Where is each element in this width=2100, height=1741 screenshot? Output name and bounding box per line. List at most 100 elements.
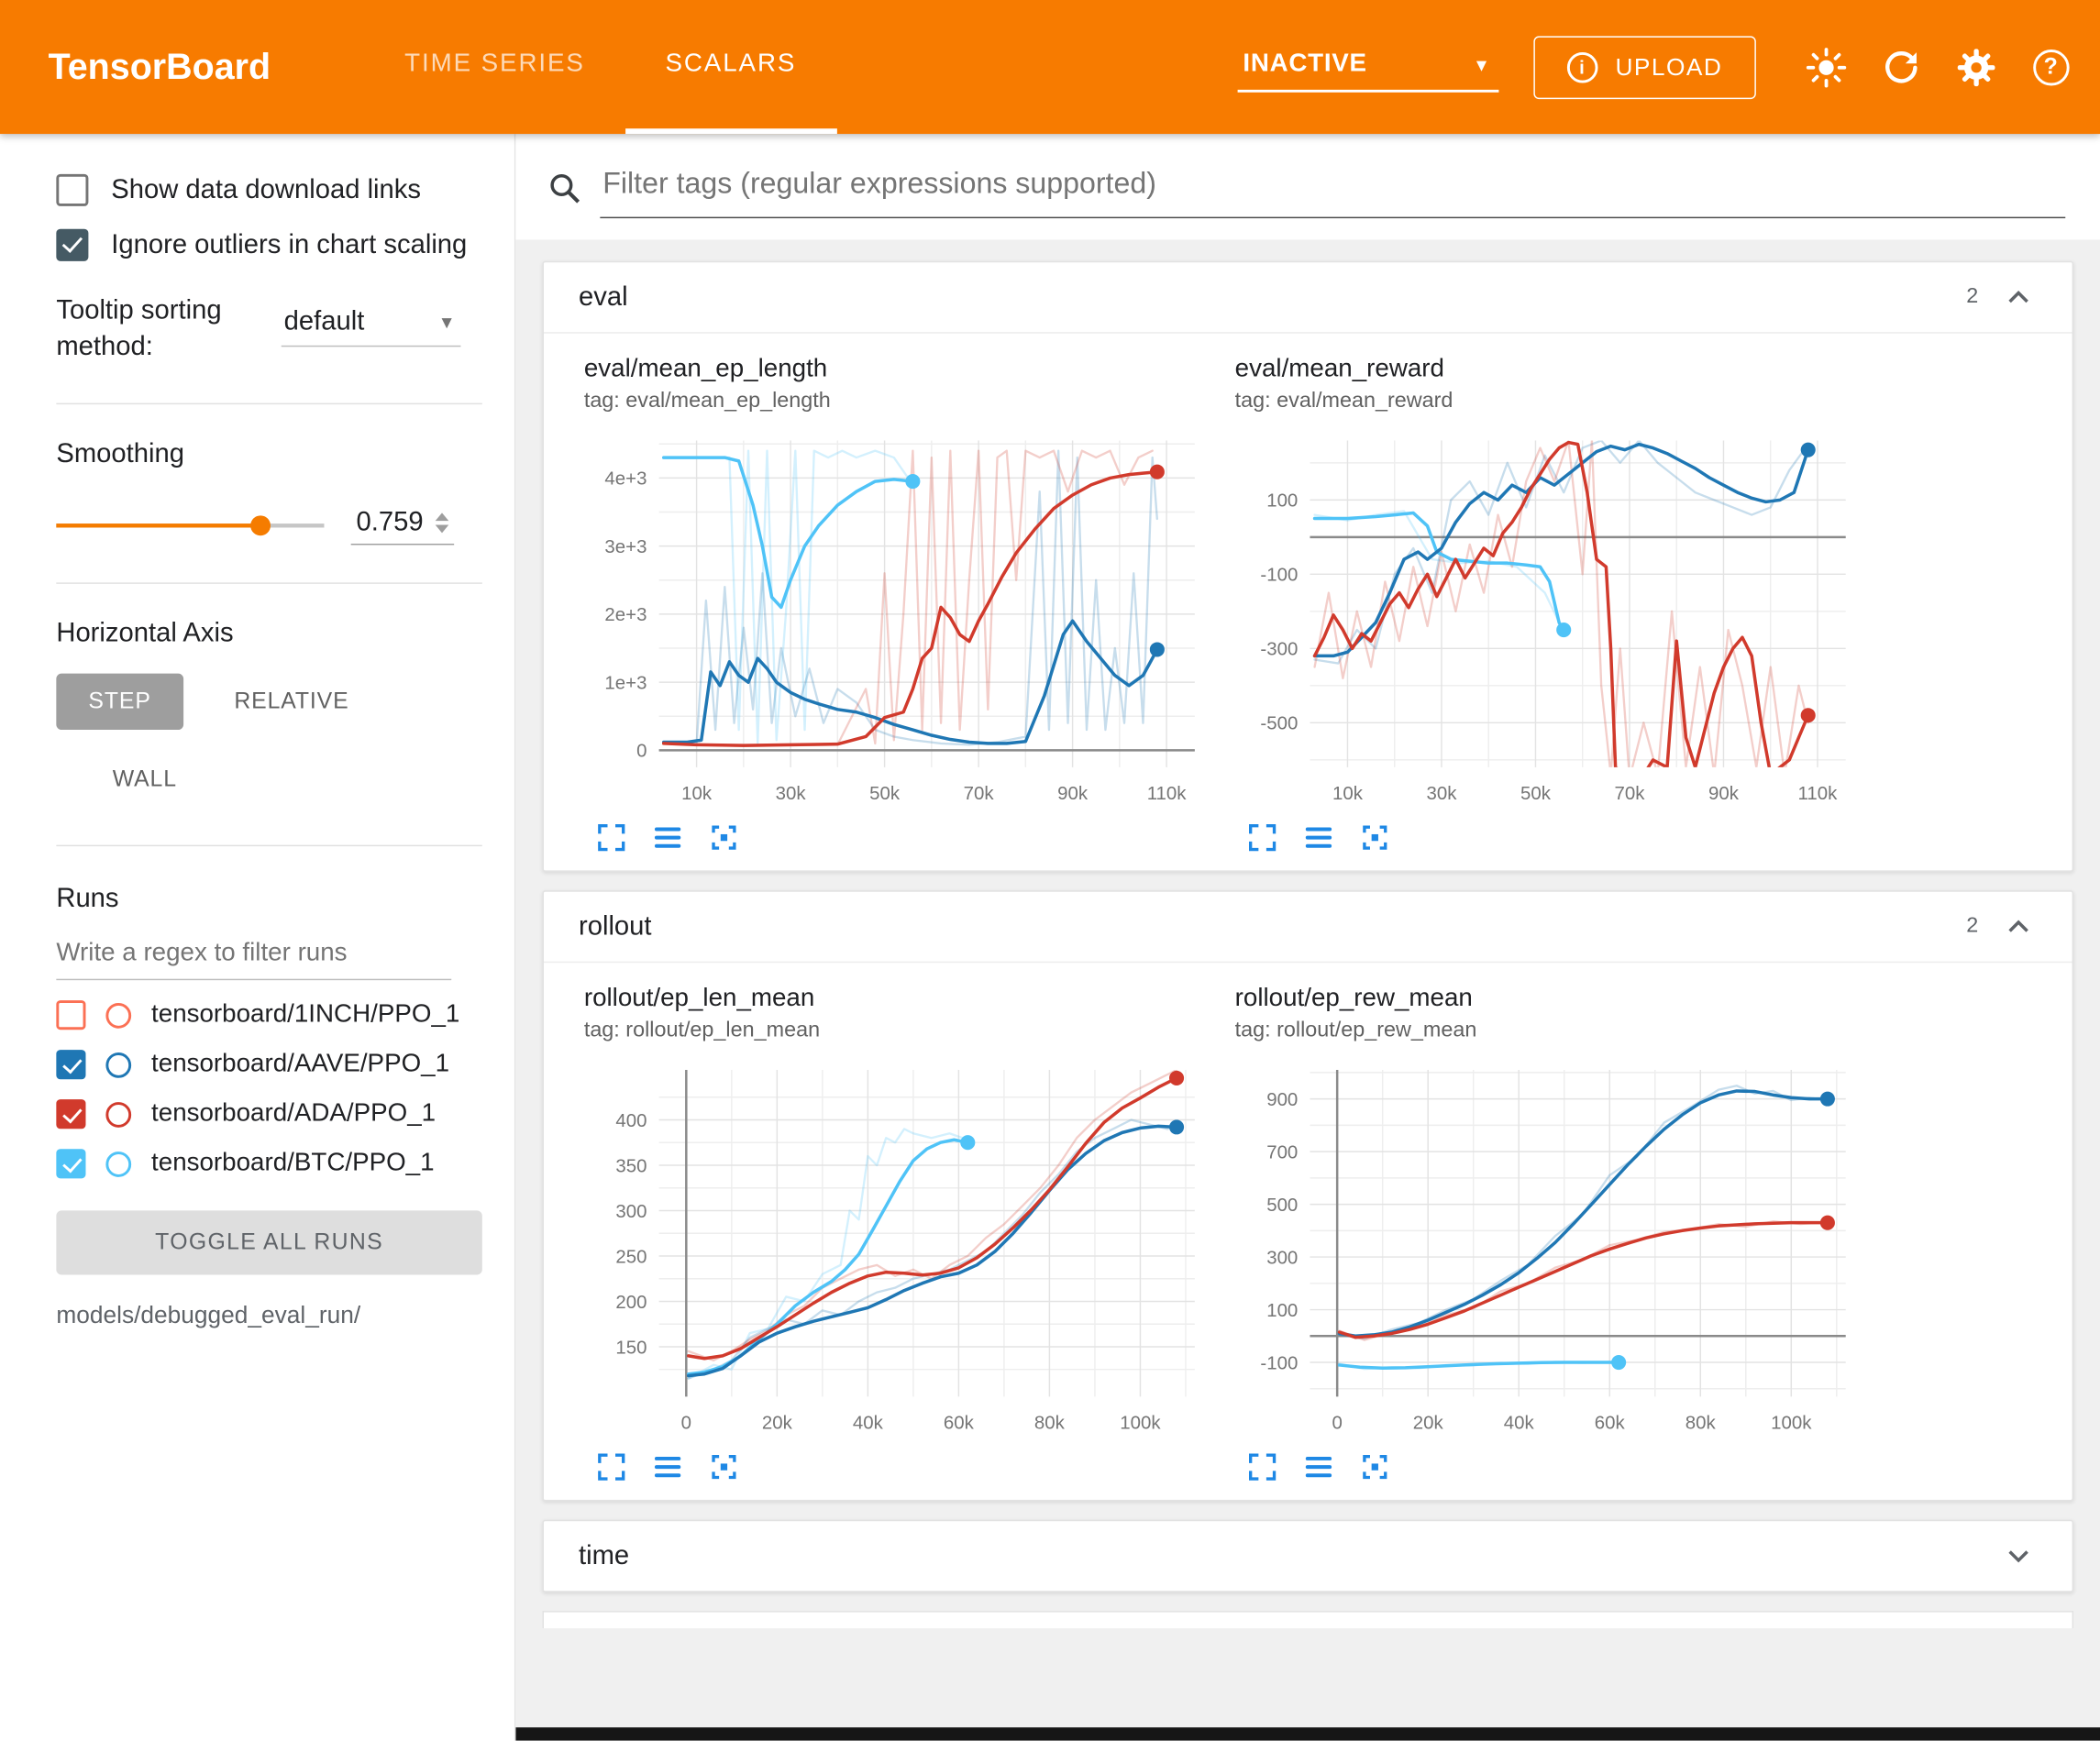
collapse-section-button[interactable] [2000, 908, 2038, 945]
refresh-button[interactable] [1878, 44, 1924, 90]
svg-text:40k: 40k [853, 1412, 884, 1433]
fit-domain-button[interactable] [1358, 821, 1392, 854]
divider [56, 403, 481, 404]
runs-label: Runs [56, 884, 490, 915]
help-icon: ? [2032, 49, 2068, 84]
toggle-all-runs-button[interactable]: TOGGLE ALL RUNS [56, 1210, 481, 1274]
data-table-button[interactable] [1302, 821, 1336, 854]
run-label: tensorboard/ADA/PPO_1 [151, 1099, 436, 1129]
svg-text:900: 900 [1266, 1089, 1298, 1110]
svg-text:30k: 30k [776, 783, 807, 804]
sun-icon [1805, 46, 1846, 87]
svg-text:500: 500 [1266, 1195, 1298, 1216]
section-header-time[interactable]: time [544, 1521, 2072, 1591]
main-content: eval 2 eval/mean_ep_length tag: eval/mea… [515, 134, 2100, 1741]
status-dropdown[interactable]: INACTIVE ▼ [1238, 41, 1499, 93]
run-row-1inch[interactable]: tensorboard/1INCH/PPO_1 [56, 1000, 490, 1030]
show-download-links-checkbox-row[interactable]: Show data download links [56, 174, 490, 206]
expand-chart-button[interactable] [1245, 821, 1279, 854]
svg-text:100k: 100k [1120, 1412, 1161, 1433]
horizontal-scrollbar[interactable] [515, 1727, 2100, 1741]
slider-fill [56, 523, 260, 527]
slider-thumb[interactable] [250, 515, 271, 535]
section-card-time: time [543, 1520, 2073, 1592]
smoothing-value-input[interactable]: 0.759 [351, 505, 455, 545]
section-card-eval: eval 2 eval/mean_ep_length tag: eval/mea… [543, 261, 2073, 872]
expand-chart-button[interactable] [1245, 1450, 1279, 1484]
search-icon [547, 171, 582, 205]
chart-plot[interactable]: 10k30k50k70k90k110k100-100-300-500 [1235, 424, 1864, 815]
checkbox[interactable] [56, 229, 88, 261]
expand-chart-button[interactable] [595, 1450, 629, 1484]
tab-scalars[interactable]: SCALARS [625, 0, 837, 134]
horizontal-axis-buttons: STEP RELATIVE WALL [56, 674, 471, 808]
chart-title: rollout/ep_rew_mean [1235, 985, 1864, 1014]
step-down-icon[interactable] [436, 525, 449, 534]
collapse-section-button[interactable] [2000, 279, 2038, 316]
svg-text:0: 0 [1332, 1412, 1342, 1433]
svg-text:50k: 50k [869, 783, 901, 804]
chart-tag: tag: rollout/ep_rew_mean [1235, 1019, 1864, 1043]
chart-actions [584, 1450, 1213, 1484]
chevron-down-icon [2001, 1538, 2036, 1573]
section-count: 2 [1966, 915, 1978, 939]
chart-title: rollout/ep_len_mean [584, 985, 1213, 1014]
run-row-aave[interactable]: tensorboard/AAVE/PPO_1 [56, 1050, 490, 1079]
tab-time-series[interactable]: TIME SERIES [364, 0, 624, 134]
section-card-rollout: rollout 2 rollout/ep_len_mean tag: rollo… [543, 890, 2073, 1501]
axis-wall-button[interactable]: WALL [81, 751, 209, 807]
section-header-rollout[interactable]: rollout 2 [544, 892, 2072, 963]
runs-filter-input[interactable] [56, 928, 451, 980]
help-button[interactable]: ? [2028, 44, 2073, 90]
expand-section-button[interactable] [2000, 1537, 2038, 1575]
run-checkbox[interactable] [56, 1000, 85, 1030]
fit-domain-button[interactable] [707, 821, 741, 854]
run-color-circle [105, 1002, 131, 1028]
divider [56, 845, 481, 846]
run-row-btc[interactable]: tensorboard/BTC/PPO_1 [56, 1149, 490, 1178]
svg-text:110k: 110k [1147, 783, 1188, 804]
section-title: time [579, 1540, 2000, 1571]
run-checkbox[interactable] [56, 1099, 85, 1129]
chart-plot[interactable]: 10k30k50k70k90k110k01e+32e+33e+34e+3 [584, 424, 1213, 815]
section-header-eval[interactable]: eval 2 [544, 262, 2072, 333]
axis-step-button[interactable]: STEP [56, 674, 182, 730]
stepper-arrows[interactable] [436, 512, 449, 533]
chart-plot[interactable]: 020k40k60k80k100k150200250300350400 [584, 1053, 1213, 1444]
settings-button[interactable] [1953, 44, 1999, 90]
svg-text:10k: 10k [1332, 783, 1364, 804]
svg-text:70k: 70k [1614, 783, 1645, 804]
chart-actions [1235, 1450, 1864, 1484]
run-row-ada[interactable]: tensorboard/ADA/PPO_1 [56, 1099, 490, 1129]
svg-text:-100: -100 [1260, 565, 1298, 586]
run-checkbox[interactable] [56, 1149, 85, 1178]
expand-chart-button[interactable] [595, 821, 629, 854]
svg-text:60k: 60k [1595, 1412, 1626, 1433]
checkbox[interactable] [56, 174, 88, 206]
run-checkbox[interactable] [56, 1050, 85, 1079]
data-table-button[interactable] [1302, 1450, 1336, 1484]
app-header: TensorBoard TIME SERIES SCALARS INACTIVE… [0, 0, 2100, 134]
ignore-outliers-checkbox-row[interactable]: Ignore outliers in chart scaling [56, 229, 490, 261]
step-up-icon[interactable] [436, 512, 449, 521]
svg-text:0: 0 [636, 741, 647, 762]
upload-button-label: UPLOAD [1615, 53, 1722, 82]
svg-text:2e+3: 2e+3 [604, 604, 647, 625]
chart-grid: eval/mean_ep_length tag: eval/mean_ep_le… [544, 334, 2072, 871]
svg-text:20k: 20k [762, 1412, 793, 1433]
tooltip-sorting-dropdown[interactable]: default ▼ [282, 302, 461, 347]
fit-domain-button[interactable] [1358, 1450, 1392, 1484]
chart-title: eval/mean_ep_length [584, 355, 1213, 384]
upload-button[interactable]: i UPLOAD [1533, 36, 1756, 99]
chart-plot[interactable]: 020k40k60k80k100k-100100300500700900 [1235, 1053, 1864, 1444]
svg-text:50k: 50k [1520, 783, 1552, 804]
data-table-button[interactable] [651, 1450, 685, 1484]
tensorboard-app: TensorBoard TIME SERIES SCALARS INACTIVE… [0, 0, 2100, 1741]
fit-domain-button[interactable] [707, 1450, 741, 1484]
axis-relative-button[interactable]: RELATIVE [202, 674, 381, 730]
data-table-button[interactable] [651, 821, 685, 854]
smoothing-slider[interactable] [56, 512, 324, 538]
theme-toggle-button[interactable] [1803, 44, 1849, 90]
svg-text:40k: 40k [1504, 1412, 1535, 1433]
tag-filter-input[interactable] [600, 158, 2065, 218]
